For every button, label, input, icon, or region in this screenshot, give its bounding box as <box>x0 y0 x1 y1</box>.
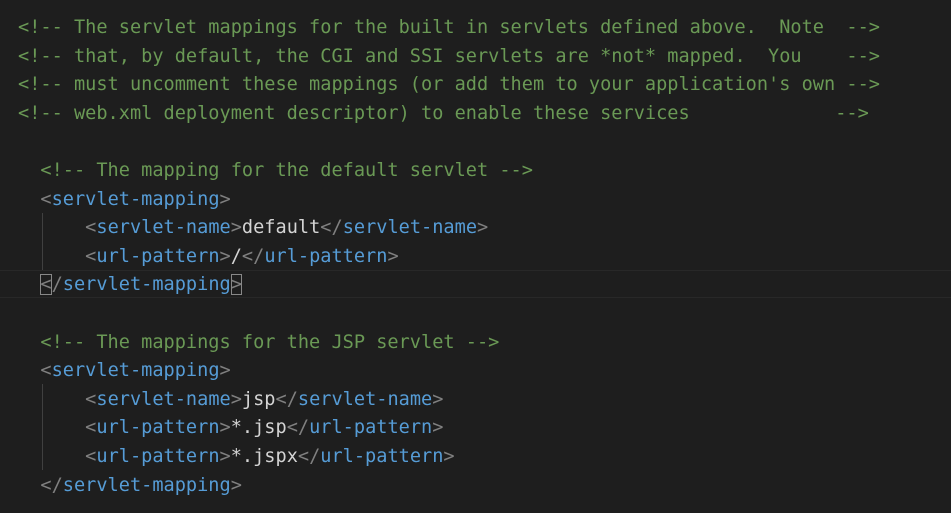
tag-bracket: < <box>85 245 97 267</box>
tag-bracket: > <box>230 474 242 496</box>
tag-name: url-pattern <box>96 245 220 267</box>
matched-bracket: < <box>40 274 52 296</box>
comment-text: <!-- must uncomment these mappings (or a… <box>18 74 880 96</box>
tag-bracket: </ <box>297 446 321 467</box>
code-line[interactable]: <servlet-name>jsp</servlet-name> <box>18 386 443 414</box>
code-line[interactable]: <!-- must uncomment these mappings (or a… <box>18 71 880 99</box>
tag-bracket: </ <box>286 417 310 439</box>
tag-name: url-pattern <box>96 446 220 467</box>
tag-bracket: > <box>443 446 455 467</box>
comment-text: <!-- web.xml deployment descriptor) to e… <box>18 102 869 124</box>
tag-bracket: > <box>387 245 399 267</box>
code-line[interactable]: <url-pattern>*.jsp</url-pattern> <box>18 414 443 442</box>
tag-bracket: > <box>219 245 231 267</box>
comment-text: <!-- that, by default, the CGI and SSI s… <box>18 45 880 67</box>
tag-name: servlet-mapping <box>51 188 220 210</box>
tag-name: servlet-name <box>96 388 231 410</box>
tag-bracket: / <box>51 274 63 296</box>
code-line[interactable]: <servlet-name>default</servlet-name> <box>18 214 488 242</box>
tag-name: url-pattern <box>264 245 388 267</box>
tag-bracket: > <box>432 388 444 410</box>
element-text: / <box>230 245 242 267</box>
tag-name: url-pattern <box>309 417 433 439</box>
tag-name: servlet-mapping <box>62 474 231 496</box>
tag-bracket: > <box>230 388 242 410</box>
element-text: *.jspx <box>230 446 298 467</box>
code-line[interactable]: <!-- The mapping for the default servlet… <box>18 157 533 185</box>
code-line[interactable]: </servlet-mapping> <box>18 472 242 500</box>
element-text: default <box>241 217 321 239</box>
tag-bracket: > <box>219 188 231 210</box>
tag-name: servlet-name <box>342 217 478 239</box>
tag-bracket: > <box>432 417 444 439</box>
tag-bracket: > <box>219 417 231 439</box>
code-line[interactable]: <servlet-mapping> <box>18 357 231 385</box>
tag-bracket: </ <box>275 388 298 410</box>
element-text: *.jsp <box>230 417 287 439</box>
code-line[interactable]: <!-- The mappings for the JSP servlet --… <box>18 329 499 357</box>
tag-bracket: > <box>219 446 231 467</box>
tag-name: servlet-name <box>297 388 433 410</box>
tag-bracket: </ <box>320 217 343 239</box>
code-line[interactable]: <!-- that, by default, the CGI and SSI s… <box>18 43 880 71</box>
code-line[interactable]: <servlet-mapping> <box>18 186 231 214</box>
tag-bracket: > <box>230 217 242 239</box>
tag-bracket: < <box>85 446 97 467</box>
tag-bracket: < <box>85 417 97 439</box>
comment-text: <!-- The servlet mappings for the built … <box>18 17 880 38</box>
code-line[interactable]: <url-pattern>*.jspx</url-pattern> <box>18 443 455 471</box>
comment-text: <!-- The mapping for the default servlet… <box>40 160 533 181</box>
comment-text: <!-- The mappings for the JSP servlet --… <box>40 331 500 353</box>
tag-bracket: > <box>219 360 231 382</box>
tag-name: url-pattern <box>320 446 444 467</box>
tag-bracket: < <box>85 388 97 410</box>
code-editor[interactable]: <!-- The servlet mappings for the built … <box>0 0 951 513</box>
tag-name: url-pattern <box>96 417 220 439</box>
code-line[interactable]: <url-pattern>/</url-pattern> <box>18 243 399 271</box>
tag-bracket: </ <box>241 245 265 267</box>
tag-bracket: < <box>40 360 52 382</box>
tag-name: servlet-name <box>96 217 231 239</box>
matched-bracket: > <box>230 274 242 296</box>
code-line[interactable]: <!-- The servlet mappings for the built … <box>18 14 880 42</box>
element-text: jsp <box>241 388 276 410</box>
tag-name: servlet-mapping <box>51 360 220 382</box>
tag-bracket: </ <box>40 474 63 496</box>
tag-name: servlet-mapping <box>62 274 231 296</box>
tag-bracket: > <box>477 217 489 239</box>
tag-bracket: < <box>40 188 52 210</box>
code-line[interactable]: <!-- web.xml deployment descriptor) to e… <box>18 100 869 128</box>
code-line[interactable]: </servlet-mapping> <box>18 271 242 299</box>
tag-bracket: < <box>85 217 97 239</box>
